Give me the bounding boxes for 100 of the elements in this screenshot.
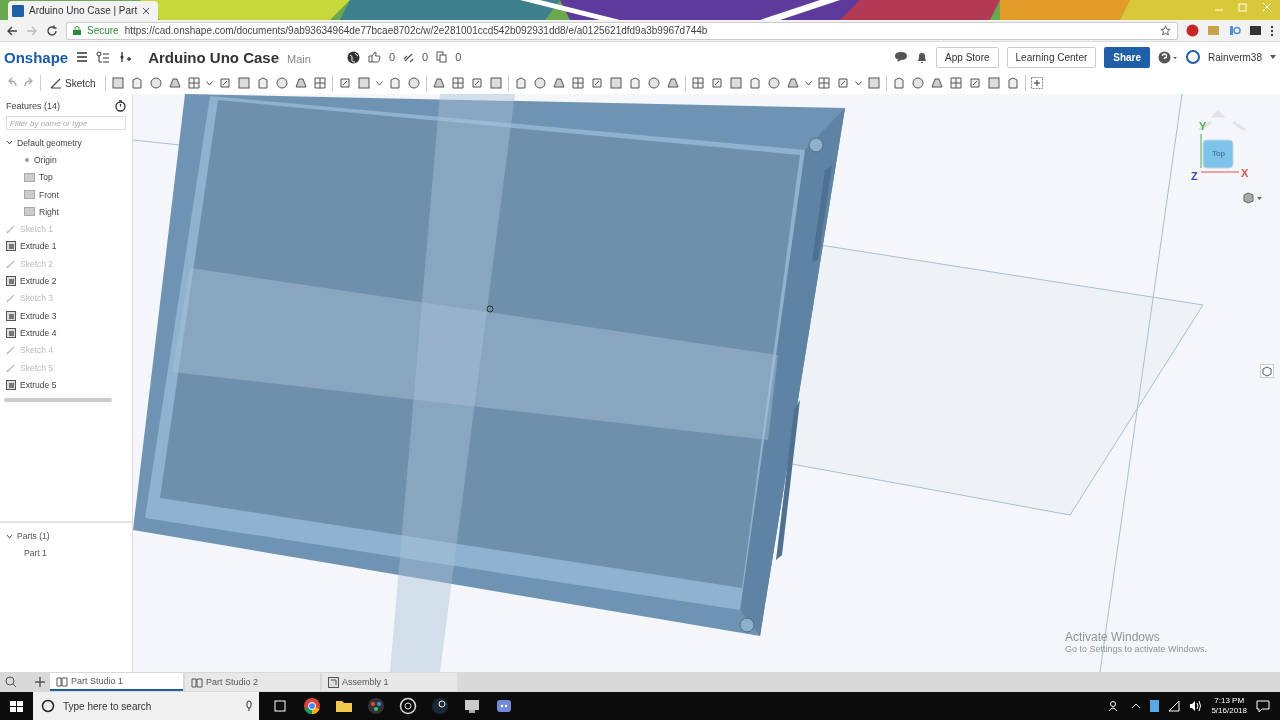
tool-icon[interactable]: [488, 76, 503, 90]
share-button[interactable]: Share: [1104, 46, 1151, 68]
cube-icon[interactable]: [1260, 364, 1274, 378]
chat-app-icon[interactable]: [495, 698, 513, 714]
chevron-icon[interactable]: [6, 139, 13, 147]
part-item[interactable]: Part 1: [24, 548, 47, 559]
tool-icon[interactable]: [1005, 76, 1020, 90]
extension-icon[interactable]: [1186, 24, 1199, 37]
tool-icon[interactable]: [532, 76, 547, 90]
feature-item[interactable]: Top: [39, 172, 53, 183]
tool-icon[interactable]: [551, 76, 566, 90]
insert-icon[interactable]: [118, 51, 133, 63]
tool-icon[interactable]: [589, 76, 604, 90]
globe-icon[interactable]: [346, 50, 360, 64]
folder-icon[interactable]: [335, 698, 353, 714]
scrollbar[interactable]: [4, 398, 112, 403]
app-icon[interactable]: [431, 697, 449, 715]
tool-icon[interactable]: [866, 76, 881, 90]
parts-title[interactable]: Parts (1): [17, 531, 50, 542]
tool-icon[interactable]: [910, 76, 925, 90]
feature-item[interactable]: Extrude 1: [20, 241, 57, 252]
back-icon[interactable]: [6, 24, 18, 37]
feature-item[interactable]: Default geometry: [17, 137, 82, 148]
add-icon[interactable]: [1030, 77, 1043, 89]
tool-icon[interactable]: [110, 76, 125, 90]
tool-icon[interactable]: [217, 76, 232, 90]
tool-icon[interactable]: [665, 76, 680, 90]
chrome-icon[interactable]: [303, 697, 321, 715]
tool-icon[interactable]: [312, 76, 327, 90]
tool-icon[interactable]: [469, 76, 484, 90]
timer-icon[interactable]: [115, 100, 126, 112]
star-icon[interactable]: [1160, 25, 1171, 36]
extension-icon[interactable]: [1249, 24, 1262, 37]
chevron-icon[interactable]: [6, 532, 13, 540]
notification-icon[interactable]: [1256, 699, 1270, 713]
tool-icon[interactable]: [513, 76, 528, 90]
tool-icon[interactable]: [608, 76, 623, 90]
feature-item[interactable]: Front: [39, 189, 59, 200]
avatar-icon[interactable]: [1186, 50, 1201, 64]
tool-icon[interactable]: [627, 76, 642, 90]
tool-icon[interactable]: [356, 76, 371, 90]
tool-icon[interactable]: [709, 76, 724, 90]
tool-icon[interactable]: [986, 76, 1001, 90]
feature-item[interactable]: Extrude 4: [20, 327, 57, 338]
feature-list-icon[interactable]: [96, 51, 111, 63]
feature-item[interactable]: Right: [39, 206, 59, 217]
feature-item[interactable]: Extrude 3: [20, 310, 57, 321]
link-icon[interactable]: [403, 51, 414, 63]
chevron-up-icon[interactable]: [1131, 702, 1142, 710]
tool-icon[interactable]: [570, 76, 585, 90]
tool-icon[interactable]: [450, 76, 465, 90]
header-button[interactable]: App Store: [936, 46, 999, 68]
tool-icon[interactable]: [948, 76, 963, 90]
comment-icon[interactable]: [894, 51, 909, 63]
tray-app-icon[interactable]: [1150, 700, 1160, 712]
tool-icon[interactable]: [785, 76, 800, 90]
taskbar-search-field[interactable]: Type here to search: [33, 692, 259, 720]
header-button[interactable]: Learning Center: [1006, 46, 1097, 68]
browser-tab[interactable]: Arduino Uno Case | Part: [8, 1, 159, 20]
document-title[interactable]: Arduino Uno Case: [148, 48, 280, 66]
tool-icon[interactable]: [967, 76, 982, 90]
microphone-icon[interactable]: [245, 700, 253, 712]
document-tab[interactable]: Assembly 1: [322, 673, 457, 691]
feature-item[interactable]: Origin: [34, 154, 57, 165]
tool-icon[interactable]: [255, 76, 270, 90]
clock-time[interactable]: 7:13 PM: [1214, 696, 1245, 706]
tool-icon[interactable]: [129, 76, 144, 90]
task-view-icon[interactable]: [271, 699, 289, 713]
app-logo[interactable]: Onshape: [4, 48, 69, 66]
document-tab[interactable]: Part Studio 2: [185, 673, 320, 691]
tool-icon[interactable]: [236, 76, 251, 90]
tool-icon[interactable]: [690, 76, 705, 90]
app-icon[interactable]: [399, 697, 417, 715]
display-mode-icon[interactable]: [1243, 192, 1263, 204]
caret-icon[interactable]: [1270, 55, 1276, 59]
tool-icon[interactable]: [387, 76, 402, 90]
tool-icon[interactable]: [148, 76, 163, 90]
caret-icon[interactable]: [804, 80, 812, 86]
help-icon[interactable]: [1158, 50, 1179, 64]
feature-item[interactable]: Extrude 2: [20, 276, 57, 286]
tool-icon[interactable]: [891, 76, 906, 90]
tool-icon[interactable]: [816, 76, 831, 90]
tool-icon[interactable]: [929, 76, 944, 90]
thumbs-up-icon[interactable]: [367, 51, 381, 63]
tool-icon[interactable]: [406, 76, 421, 90]
tool-icon[interactable]: [186, 76, 201, 90]
copy-icon[interactable]: [436, 51, 448, 63]
caret-icon[interactable]: [375, 80, 383, 86]
tool-icon[interactable]: [431, 76, 446, 90]
bell-icon[interactable]: [916, 50, 929, 64]
feature-item[interactable]: Extrude 5: [20, 379, 57, 390]
reload-icon[interactable]: [46, 24, 58, 37]
clock-date[interactable]: 5/16/2018: [1211, 706, 1247, 716]
caret-icon[interactable]: [205, 80, 213, 86]
tool-icon[interactable]: [766, 76, 781, 90]
app-icon[interactable]: [463, 698, 481, 714]
tool-icon[interactable]: [646, 76, 661, 90]
volume-icon[interactable]: [1189, 700, 1203, 712]
user-name[interactable]: Rainverm38: [1208, 51, 1262, 63]
filter-field[interactable]: Filter by name or type: [6, 116, 126, 130]
